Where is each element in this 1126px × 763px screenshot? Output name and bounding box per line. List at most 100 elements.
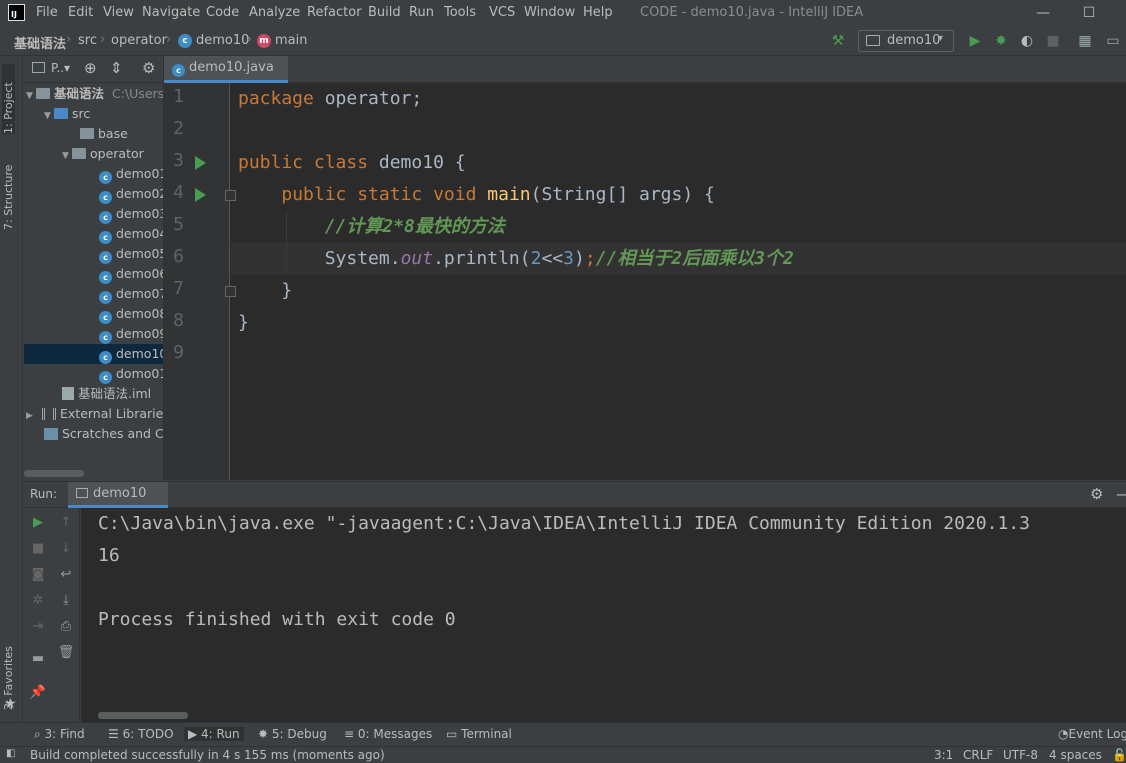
status-layout-icon[interactable]: ◧ xyxy=(6,748,15,759)
menu-edit[interactable]: Edit xyxy=(68,5,93,20)
menu-navigate[interactable]: Navigate xyxy=(142,5,200,20)
menu-run[interactable]: Run xyxy=(409,5,434,20)
console-output[interactable]: C:\Java\bin\java.exe "-javaagent:C:\Java… xyxy=(81,508,1126,722)
tool-label: 6: TODO xyxy=(122,727,174,741)
tree-item-class[interactable]: c demo07 xyxy=(99,284,163,304)
tree-item-class[interactable]: c demo08 xyxy=(99,304,163,324)
tool-terminal[interactable]: ▭ Terminal xyxy=(446,727,512,741)
tree-item-operator[interactable]: ▼ operator xyxy=(62,144,144,164)
tool-debug[interactable]: ✸ 5: Debug xyxy=(258,727,327,741)
scroll-up-icon[interactable]: ↑ xyxy=(58,514,74,530)
tree-item-class[interactable]: c demo09 xyxy=(99,324,163,344)
run-class-gutter-icon[interactable] xyxy=(195,156,206,170)
tree-item-class-selected[interactable]: c demo10 xyxy=(99,344,163,364)
line-number: 3 xyxy=(173,150,184,171)
breadcrumb-method[interactable]: main xyxy=(275,33,307,48)
menu-analyze[interactable]: Analyze xyxy=(249,5,300,20)
tool-todo[interactable]: ☰ 6: TODO xyxy=(108,727,174,741)
tool-find[interactable]: ⌕ 3: Find xyxy=(34,727,85,742)
tool-run[interactable]: ▶ 4: Run xyxy=(184,727,244,741)
stop-icon[interactable]: ■ xyxy=(30,540,46,556)
menu-window[interactable]: Window xyxy=(524,5,575,20)
tree-item-class[interactable]: c demo04 xyxy=(99,224,163,244)
fold-marker-icon[interactable] xyxy=(225,190,236,201)
tree-item-scratches[interactable]: Scratches and Co xyxy=(44,424,163,444)
debug-bug-icon[interactable]: ✸ xyxy=(993,33,1009,49)
gear-icon[interactable]: ⚙ xyxy=(142,59,155,77)
tab-structure[interactable]: 7: Structure xyxy=(2,150,15,230)
menu-tools[interactable]: Tools xyxy=(444,5,476,20)
soft-wrap-icon[interactable]: ↩ xyxy=(58,566,74,582)
breadcrumb-class[interactable]: demo10 xyxy=(196,33,249,48)
rerun-icon[interactable]: ▶ xyxy=(30,514,46,530)
tool-label: 3: Find xyxy=(44,727,85,741)
menu-help[interactable]: Help xyxy=(583,5,613,20)
method-icon: m xyxy=(257,34,271,48)
tree-item-class[interactable]: c demo06 xyxy=(99,264,163,284)
collapse-all-icon[interactable]: ⇕ xyxy=(110,59,123,77)
menu-code[interactable]: Code xyxy=(206,5,239,20)
trash-icon[interactable]: 🗑 xyxy=(58,644,75,660)
tab-project[interactable]: 1: Project xyxy=(2,64,15,134)
exit-icon[interactable]: ⇥ xyxy=(30,618,46,634)
print-icon[interactable]: ⎙ xyxy=(58,618,74,634)
tree-item-class[interactable]: c demo05 xyxy=(99,244,163,264)
tree-item-class[interactable]: c demo02 xyxy=(99,184,163,204)
breadcrumb-src[interactable]: src xyxy=(78,33,97,48)
scroll-down-icon[interactable]: ↓ xyxy=(58,540,74,556)
code-editor[interactable]: 1 2 3 4 5 6 7 8 9 package operator; publ… xyxy=(164,83,1126,480)
line-number: 4 xyxy=(173,182,184,203)
scroll-to-end-icon[interactable]: ⤓ xyxy=(58,592,74,608)
tree-item-class[interactable]: c domo01 xyxy=(99,364,163,384)
project-view-select[interactable]: P..▾ xyxy=(51,61,70,75)
tree-item-label: 基础语法.iml xyxy=(78,386,152,401)
star-icon[interactable]: ★ xyxy=(4,696,17,712)
run-main-gutter-icon[interactable] xyxy=(195,188,206,202)
tree-item-external-libraries[interactable]: ▶ External Libraries xyxy=(26,404,163,424)
breadcrumb-package[interactable]: operator xyxy=(111,33,167,48)
locate-target-icon[interactable]: ⊕ xyxy=(84,59,97,77)
status-line-separator[interactable]: CRLF xyxy=(963,748,993,762)
menu-file[interactable]: File xyxy=(36,5,58,20)
menu-refactor[interactable]: Refactor xyxy=(307,5,362,20)
run-icon[interactable]: ▶ xyxy=(967,33,983,49)
menu-view[interactable]: View xyxy=(103,5,134,20)
tree-item-src[interactable]: ▼ src xyxy=(44,104,90,124)
status-indent[interactable]: 4 spaces xyxy=(1049,748,1102,762)
menu-build[interactable]: Build xyxy=(368,5,401,20)
project-structure-icon[interactable]: ▦ xyxy=(1077,33,1093,49)
fold-marker-icon[interactable] xyxy=(225,286,236,297)
run-tab-demo10[interactable]: demo10 ✕ xyxy=(68,482,168,525)
horizontal-scrollbar[interactable] xyxy=(98,712,188,719)
chevron-down-icon: ▾ xyxy=(938,33,944,44)
coverage-icon[interactable]: ◐ xyxy=(1019,33,1035,49)
status-encoding[interactable]: UTF-8 xyxy=(1003,748,1038,762)
tree-item-project-root[interactable]: ▼ 基础语法 C:\Users xyxy=(26,84,163,104)
pin-icon[interactable]: 📌 xyxy=(30,684,46,700)
left-tool-strip: 1: Project 7: Structure 2: Favorites xyxy=(0,56,23,722)
settings-debug-icon[interactable]: ✲ xyxy=(30,592,46,608)
tree-item-iml[interactable]: 基础语法.iml xyxy=(62,384,151,404)
minimize-icon[interactable]: — xyxy=(1020,0,1066,26)
gear-icon[interactable]: ⚙ xyxy=(1090,485,1103,503)
stop-icon[interactable]: ■ xyxy=(1045,33,1061,49)
tree-item-class[interactable]: c demo03 xyxy=(99,204,163,224)
tool-messages[interactable]: ≡ 0: Messages xyxy=(344,727,432,741)
layout-icon[interactable]: ▬ xyxy=(30,650,46,666)
status-message[interactable]: Build completed successfully in 4 s 155 … xyxy=(30,748,385,762)
editor-tab-demo10[interactable]: cdemo10.java ✕ xyxy=(164,56,288,99)
maximize-icon[interactable]: ☐ xyxy=(1066,0,1112,26)
camera-icon[interactable]: ◙ xyxy=(30,566,46,582)
status-caret-position[interactable]: 3:1 xyxy=(934,748,953,762)
lock-icon[interactable]: 🔓 xyxy=(1112,748,1126,762)
horizontal-scrollbar[interactable] xyxy=(24,470,84,477)
breadcrumb-project[interactable]: 基础语法 xyxy=(14,33,66,52)
build-hammer-icon[interactable]: ⚒ xyxy=(830,33,846,49)
tool-event-log[interactable]: ◔Event Log xyxy=(1058,727,1126,741)
menu-bar: IJ File Edit View Navigate Code Analyze … xyxy=(0,0,1126,26)
hide-panel-icon[interactable]: — xyxy=(1116,485,1126,503)
tree-item-base[interactable]: base xyxy=(80,124,128,144)
menu-vcs[interactable]: VCS xyxy=(489,5,515,20)
tree-item-class[interactable]: c demo01 xyxy=(99,164,163,184)
terminal-toolbar-icon[interactable]: ▭ xyxy=(1105,33,1121,49)
